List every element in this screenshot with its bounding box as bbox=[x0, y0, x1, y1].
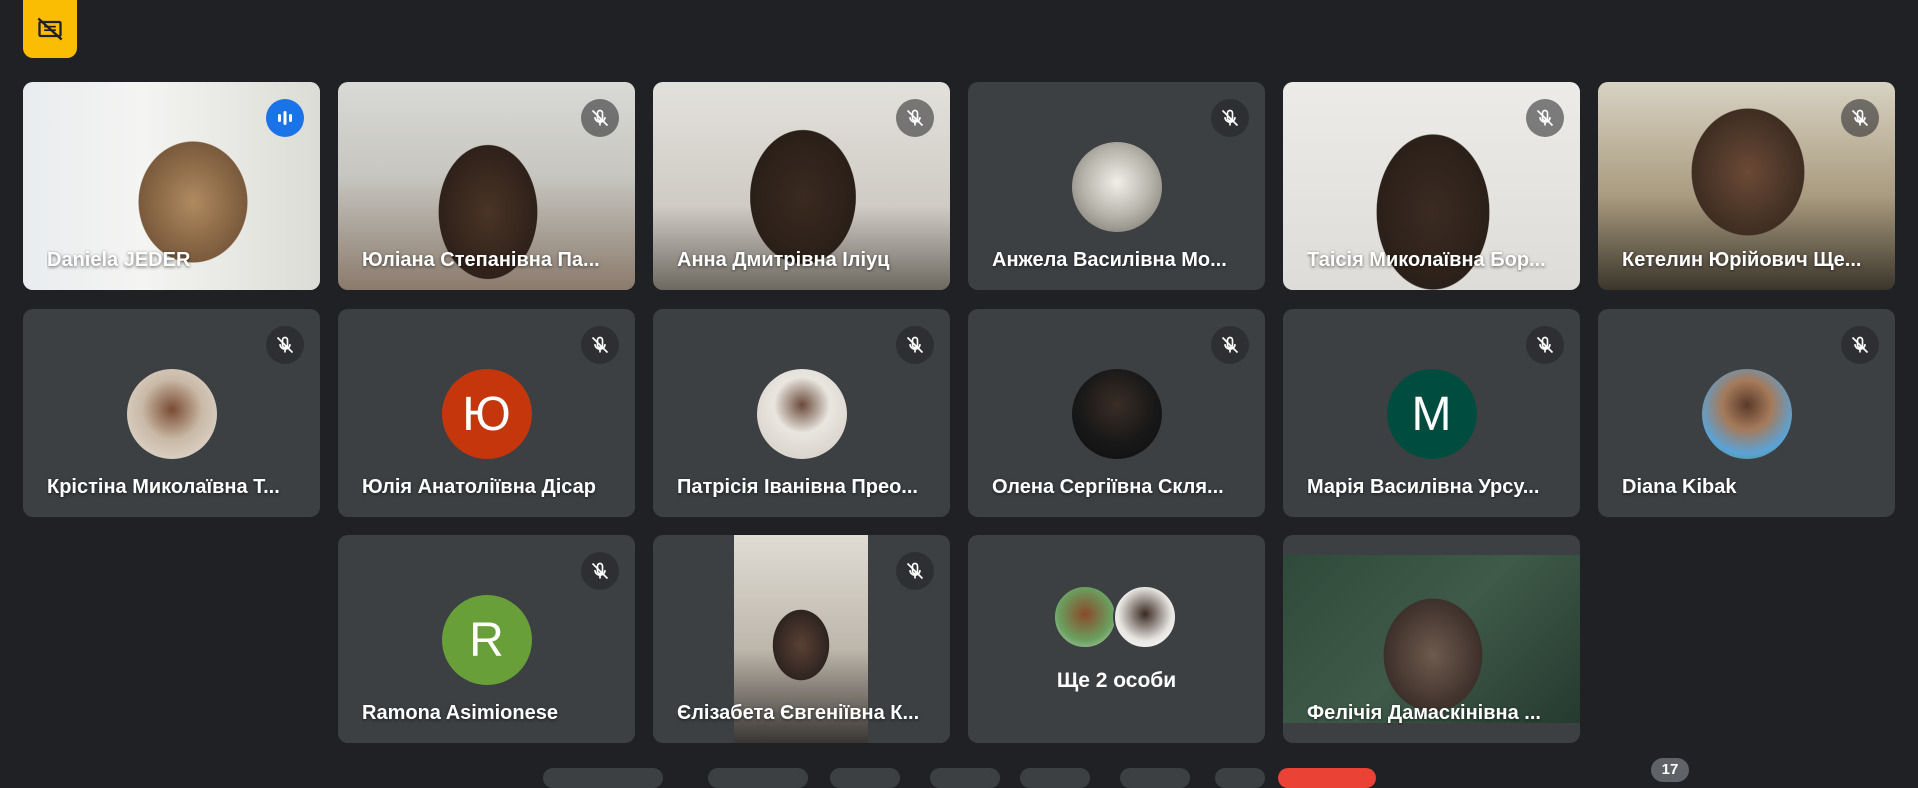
participant-name: Крістіна Миколаївна Т... bbox=[47, 476, 280, 498]
mic-off-icon bbox=[1841, 326, 1879, 364]
host-controls-badge[interactable] bbox=[23, 0, 77, 58]
participant-video bbox=[1283, 555, 1580, 723]
participant-name: Кетелин Юрійович Ще... bbox=[1622, 249, 1862, 271]
participant-name: Фелічія Дамаскінівна ... bbox=[1307, 702, 1541, 724]
participant-name: Олена Сергіївна Скля... bbox=[992, 476, 1224, 498]
participant-tile[interactable]: Daniela JEDER bbox=[23, 82, 320, 290]
participant-tile[interactable]: Олена Сергіївна Скля... bbox=[968, 309, 1265, 517]
participant-tile[interactable]: Diana Kibak bbox=[1598, 309, 1895, 517]
participant-name: Diana Kibak bbox=[1622, 476, 1737, 498]
hidden-presentation-icon bbox=[37, 17, 63, 41]
participant-tile[interactable]: M Марія Василівна Урсу... bbox=[1283, 309, 1580, 517]
control-button[interactable] bbox=[708, 768, 808, 788]
participant-avatar-initial: M bbox=[1386, 369, 1477, 459]
participant-tile[interactable]: Кетелин Юрійович Ще... bbox=[1598, 82, 1895, 290]
more-participants-label: Ще 2 особи bbox=[1056, 669, 1177, 692]
mic-off-icon bbox=[581, 326, 619, 364]
control-button[interactable] bbox=[1215, 768, 1265, 788]
participant-name: Ramona Asimionese bbox=[362, 702, 558, 724]
participant-avatar-initial: Ю bbox=[441, 369, 532, 459]
participant-name: Анна Дмитрівна Іліуц bbox=[677, 249, 890, 271]
participant-name: Єлізабета Євгеніївна К... bbox=[677, 702, 920, 724]
mic-off-icon bbox=[1841, 99, 1879, 137]
mic-off-icon bbox=[896, 99, 934, 137]
more-participants-avatars bbox=[1052, 585, 1177, 649]
participant-avatar bbox=[1071, 369, 1162, 459]
participant-tile[interactable]: Фелічія Дамаскінівна ... bbox=[1283, 535, 1580, 743]
participant-tile[interactable]: Єлізабета Євгеніївна К... bbox=[653, 535, 950, 743]
participant-avatar bbox=[1071, 142, 1162, 232]
mic-off-icon bbox=[1526, 326, 1564, 364]
participant-avatar bbox=[1701, 369, 1792, 459]
more-participants-tile[interactable]: Ще 2 особи bbox=[968, 535, 1265, 743]
mic-off-icon bbox=[1211, 326, 1249, 364]
mic-off-icon bbox=[896, 326, 934, 364]
mic-off-icon bbox=[266, 326, 304, 364]
participant-name: Daniela JEDER bbox=[47, 249, 191, 271]
leave-call-button[interactable] bbox=[1278, 768, 1376, 788]
participant-avatar-initial: R bbox=[441, 595, 532, 685]
participant-avatar bbox=[1112, 585, 1177, 649]
participant-avatar bbox=[1052, 585, 1117, 649]
mic-off-icon bbox=[896, 552, 934, 590]
participant-tile[interactable]: Анна Дмитрівна Іліуц bbox=[653, 82, 950, 290]
participant-name: Юлія Анатоліївна Дісар bbox=[362, 476, 596, 498]
participant-tile[interactable]: R Ramona Asimionese bbox=[338, 535, 635, 743]
mic-off-icon bbox=[581, 99, 619, 137]
mic-off-icon bbox=[581, 552, 619, 590]
participant-tile[interactable]: Анжела Василівна Мо... bbox=[968, 82, 1265, 290]
participant-tile[interactable]: Ю Юлія Анатоліївна Дісар bbox=[338, 309, 635, 517]
control-button[interactable] bbox=[930, 768, 1000, 788]
control-button[interactable] bbox=[543, 768, 663, 788]
participant-tile[interactable]: Патрісія Іванівна Прео... bbox=[653, 309, 950, 517]
participant-tile[interactable]: Юліана Степанівна Па... bbox=[338, 82, 635, 290]
control-button[interactable] bbox=[1120, 768, 1190, 788]
mic-off-icon bbox=[1526, 99, 1564, 137]
control-button[interactable] bbox=[830, 768, 900, 788]
participant-tile[interactable]: Таісія Миколаївна Бор... bbox=[1283, 82, 1580, 290]
participant-avatar bbox=[756, 369, 847, 459]
participant-tile[interactable]: Крістіна Миколаївна Т... bbox=[23, 309, 320, 517]
control-button[interactable] bbox=[1020, 768, 1090, 788]
participant-name: Марія Василівна Урсу... bbox=[1307, 476, 1540, 498]
participant-name: Патрісія Іванівна Прео... bbox=[677, 476, 918, 498]
mic-off-icon bbox=[1211, 99, 1249, 137]
participant-name: Юліана Степанівна Па... bbox=[362, 249, 600, 271]
participants-count-badge[interactable]: 17 bbox=[1651, 758, 1689, 782]
participant-name: Анжела Василівна Мо... bbox=[992, 249, 1227, 271]
speaking-indicator-icon bbox=[266, 99, 304, 137]
participant-name: Таісія Миколаївна Бор... bbox=[1307, 249, 1546, 271]
participant-avatar bbox=[126, 369, 217, 459]
